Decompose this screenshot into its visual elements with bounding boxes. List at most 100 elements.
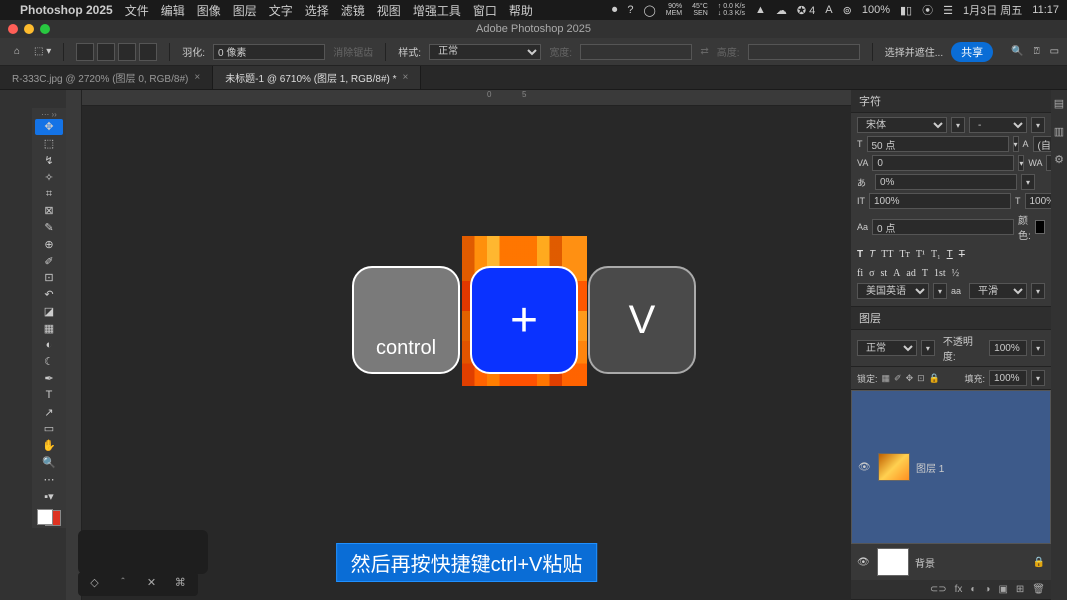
eraser-tool[interactable]: ◪: [35, 304, 63, 320]
close-icon[interactable]: ×: [194, 72, 200, 83]
feather-input[interactable]: [213, 44, 325, 60]
battery-icon[interactable]: ▮▯: [900, 4, 912, 17]
share-button[interactable]: 共享: [951, 42, 993, 62]
more-tools[interactable]: ⋯: [35, 471, 63, 487]
font-dd[interactable]: ▾: [951, 117, 965, 133]
style-dd[interactable]: ▾: [1031, 117, 1045, 133]
fg-color[interactable]: [37, 509, 53, 525]
lasso-tool[interactable]: ↯: [35, 153, 63, 169]
kerning-input[interactable]: [872, 155, 1014, 171]
canvas[interactable]: control + V 然后再按快捷键ctrl+V粘贴: [82, 106, 851, 600]
menu-help[interactable]: 帮助: [509, 2, 533, 19]
hud-cross-icon[interactable]: ✕: [147, 576, 156, 592]
type-tool[interactable]: T: [35, 388, 63, 404]
color-swatches[interactable]: [37, 509, 61, 526]
visibility-icon[interactable]: 👁: [857, 557, 871, 568]
select-mask-button[interactable]: 选择并遮住...: [885, 44, 943, 59]
ruler-horizontal[interactable]: 0 5: [82, 90, 851, 106]
stamp-tool[interactable]: ⊡: [35, 270, 63, 286]
control-center-icon[interactable]: ☰: [943, 4, 953, 17]
selection-new[interactable]: [76, 43, 94, 61]
lock-pixels-icon[interactable]: ▦: [882, 373, 891, 384]
menu-image[interactable]: 图像: [197, 2, 221, 19]
close-icon[interactable]: ×: [403, 72, 409, 83]
search-icon[interactable]: 🔍: [1011, 46, 1023, 57]
link-icon[interactable]: ⊂⊃: [930, 584, 947, 595]
record-icon[interactable]: ⏺: [612, 4, 618, 17]
selection-add[interactable]: [97, 43, 115, 61]
smallcaps-button[interactable]: Tᴛ: [899, 249, 909, 260]
panel-tab-layers[interactable]: 图层: [851, 307, 1051, 330]
home-icon[interactable]: ⌂: [8, 43, 26, 61]
aa-select[interactable]: 平滑: [969, 283, 1027, 299]
strike-button[interactable]: T: [959, 249, 965, 260]
edit-toolbar[interactable]: ▪▾: [35, 488, 63, 504]
eyedropper-tool[interactable]: ✎: [35, 220, 63, 236]
superscript-button[interactable]: T¹: [916, 249, 925, 260]
allcaps-button[interactable]: TT: [881, 249, 893, 260]
hud-up-icon[interactable]: ＾: [117, 576, 128, 592]
magic-wand-tool[interactable]: ✧: [35, 169, 63, 185]
time[interactable]: 11:17: [1032, 4, 1059, 16]
close-button[interactable]: [8, 24, 18, 34]
adjustment-icon[interactable]: ◑: [984, 584, 990, 595]
menu-plugins[interactable]: 增强工具: [413, 2, 461, 19]
dodge-tool[interactable]: ☾: [35, 354, 63, 370]
move-tool[interactable]: ✥: [35, 119, 63, 135]
help2-icon[interactable]: ⍰: [1034, 46, 1040, 57]
cloud-icon[interactable]: ☁: [776, 4, 787, 17]
layer-thumb[interactable]: [878, 453, 910, 481]
selection-intersect[interactable]: [139, 43, 157, 61]
shape-tool[interactable]: ▭: [35, 421, 63, 437]
ruler-vertical[interactable]: [66, 90, 82, 600]
wechat-icon[interactable]: ✪ 4: [797, 4, 815, 17]
volume[interactable]: 100%: [862, 4, 890, 16]
marquee-preset[interactable]: ⬚ ▾: [34, 46, 51, 57]
blur-tool[interactable]: ◐: [35, 337, 63, 353]
history-brush-tool[interactable]: ↶: [35, 287, 63, 303]
menu-edit[interactable]: 编辑: [161, 2, 185, 19]
vscale-input[interactable]: [869, 193, 1011, 209]
pen-tool[interactable]: ✒: [35, 371, 63, 387]
tab-doc2[interactable]: 未标题-1 @ 6710% (图层 1, RGB/8#) *×: [213, 66, 421, 89]
minimize-button[interactable]: [24, 24, 34, 34]
menu-text[interactable]: 文字: [269, 2, 293, 19]
fx-icon[interactable]: fx: [955, 584, 963, 595]
tsume-input[interactable]: [875, 174, 1017, 190]
font-size-input[interactable]: [867, 136, 1009, 152]
menu-select[interactable]: 选择: [305, 2, 329, 19]
rail-adjust-icon[interactable]: ⚙: [1052, 152, 1066, 166]
lock-artboard-icon[interactable]: ⊡: [917, 373, 925, 384]
baseline-input[interactable]: [872, 219, 1014, 235]
height-input[interactable]: [748, 44, 860, 60]
mask-icon[interactable]: ◐: [970, 584, 976, 595]
blend-mode-select[interactable]: 正常: [857, 340, 917, 356]
layer-item-1[interactable]: 👁 图层 1: [851, 390, 1051, 544]
style-select[interactable]: 正常: [429, 44, 541, 60]
frame-tool[interactable]: ⊠: [35, 203, 63, 219]
input-icon[interactable]: A: [825, 4, 832, 16]
user-icon[interactable]: ▲: [755, 4, 766, 16]
marquee-tool[interactable]: ⬚: [35, 136, 63, 152]
layer-name[interactable]: 背景: [915, 555, 935, 570]
zoom-tool[interactable]: 🔍: [35, 455, 63, 471]
width-input[interactable]: [580, 44, 692, 60]
zoom-button[interactable]: [40, 24, 50, 34]
tab-doc1[interactable]: R-333C.jpg @ 2720% (图层 0, RGB/8#)×: [0, 66, 213, 89]
trash-icon[interactable]: 🗑: [1032, 584, 1045, 595]
spotlight-icon[interactable]: ⦿: [922, 2, 933, 18]
hud-diamond-icon[interactable]: ◇: [90, 576, 98, 592]
group-icon[interactable]: ▣: [998, 584, 1007, 595]
workspace-icon[interactable]: ▭: [1050, 46, 1059, 57]
hud-cmd-icon[interactable]: ⌘: [175, 576, 186, 592]
brush-tool[interactable]: ✐: [35, 253, 63, 269]
panel-tab-character[interactable]: 字符: [851, 90, 1051, 113]
lock-icon[interactable]: 🔒: [1033, 557, 1045, 568]
lock-all-icon[interactable]: 🔒: [929, 373, 940, 384]
fill-input[interactable]: [989, 370, 1027, 386]
layer-name[interactable]: 图层 1: [916, 460, 944, 475]
subscript-button[interactable]: T₁: [931, 249, 941, 260]
italic-button[interactable]: T: [869, 249, 875, 260]
wifi-icon[interactable]: ⊚: [843, 4, 852, 17]
text-color-swatch[interactable]: [1035, 220, 1045, 234]
